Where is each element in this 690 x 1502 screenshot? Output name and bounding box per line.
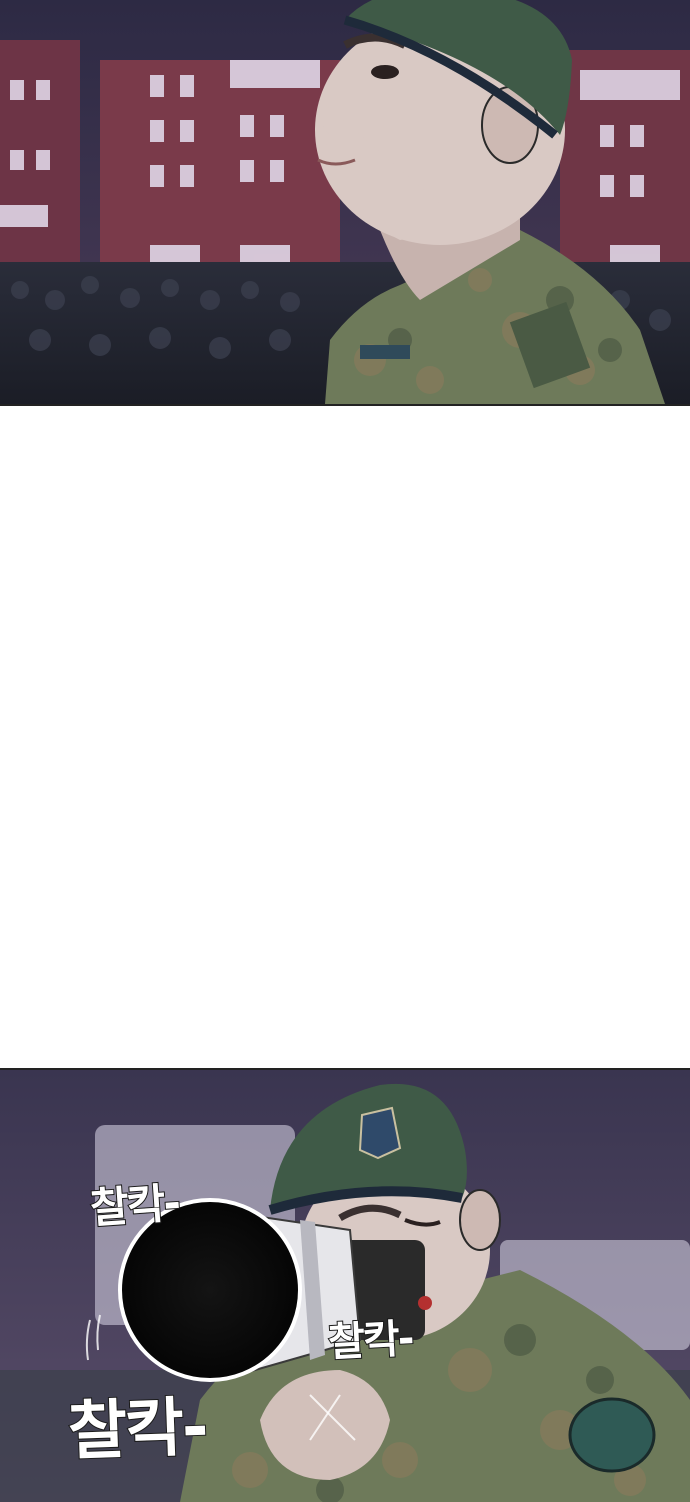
beret-badge <box>358 1106 402 1160</box>
sound-effect-click-3: 찰칵- <box>66 1390 209 1471</box>
sound-effect-click-1: 찰칵- <box>88 1177 182 1234</box>
shoulder-patch <box>568 1397 656 1473</box>
panel-gutter <box>0 406 690 1068</box>
comic-panel-top <box>0 0 690 406</box>
panel-top-artwork <box>0 0 690 404</box>
sound-effect-click-2: 찰칵- <box>326 1315 414 1367</box>
